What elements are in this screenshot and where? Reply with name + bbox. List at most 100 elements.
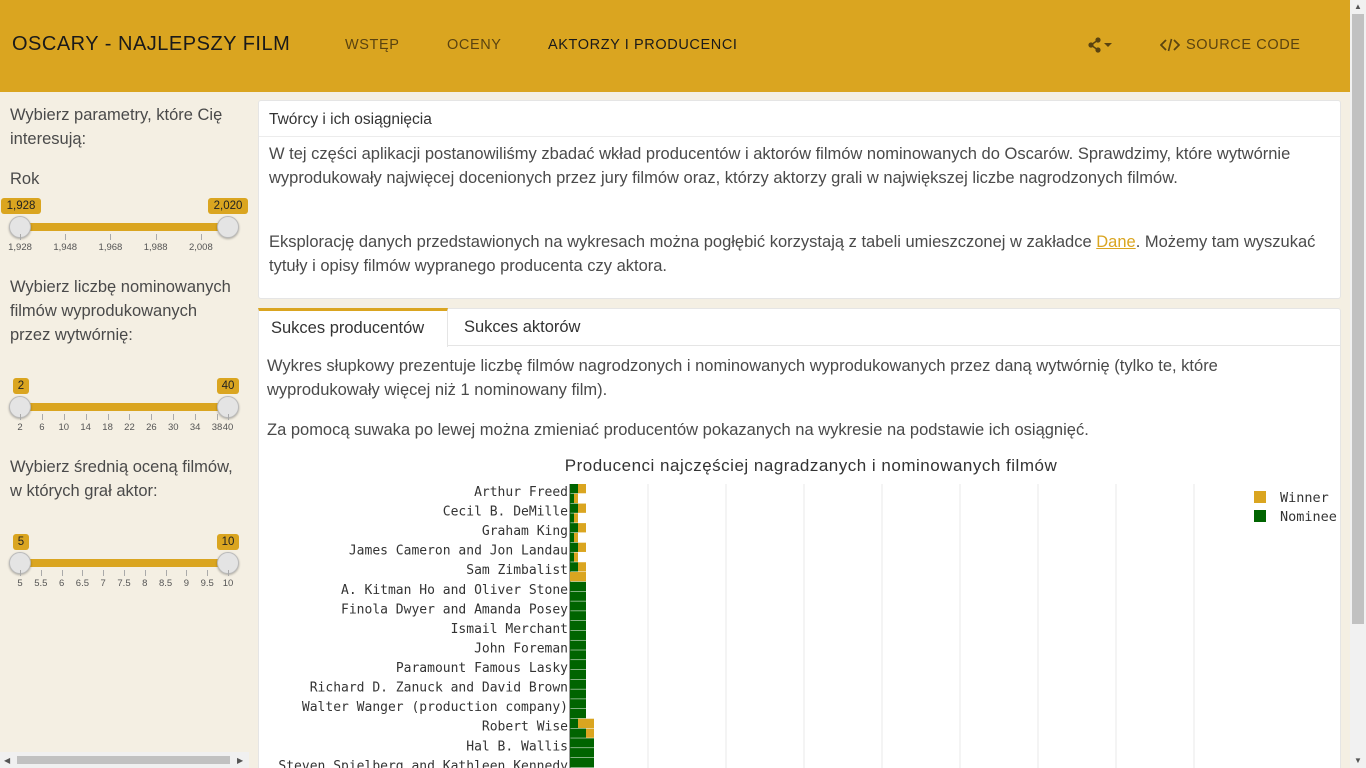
bar-nominee bbox=[570, 679, 586, 689]
slider-tick bbox=[200, 234, 202, 240]
bar-nominee bbox=[570, 748, 594, 758]
slider-tick bbox=[63, 414, 65, 420]
navbar: OSCARY - NAJLEPSZY FILM WSTĘP OCENY AKTO… bbox=[0, 0, 1350, 92]
bar-winner bbox=[570, 572, 586, 582]
bar-winner bbox=[574, 513, 578, 523]
slider-tick bbox=[129, 414, 131, 420]
slider-tick-label: 34 bbox=[189, 422, 201, 433]
slider-tick-label: 10 bbox=[222, 578, 234, 589]
count-slider-ticks: 2 6 10 14 18 22 26 30 34 38 40 bbox=[0, 414, 249, 434]
bar-nominee bbox=[570, 650, 586, 660]
category-label: Steven Spielberg and Kathleen Kennedy bbox=[278, 759, 568, 768]
category-label: Sam Zimbalist bbox=[466, 563, 568, 578]
category-label: Cecil B. DeMille bbox=[443, 505, 568, 520]
bar-winner bbox=[578, 484, 586, 494]
rating-slider-ticks: 5 5.5 6 6.5 7 7.5 8 8.5 9 9.5 10 bbox=[0, 570, 249, 590]
tab-producers[interactable]: Sukces producentów bbox=[258, 308, 448, 347]
nav-tab-aktorzy-producenci[interactable]: AKTORZY I PRODUCENCI bbox=[548, 37, 738, 53]
slider-tick bbox=[173, 414, 175, 420]
category-label: Robert Wise bbox=[482, 720, 568, 735]
slider-tick-label: 1,928 bbox=[8, 242, 32, 253]
slider-tick-label: 7.5 bbox=[117, 578, 131, 589]
legend-swatch-nominee bbox=[1254, 510, 1266, 522]
year-slider-track[interactable] bbox=[20, 223, 228, 231]
sidebar-horizontal-scrollbar[interactable]: ◀ ▶ bbox=[0, 752, 249, 768]
category-label: Richard D. Zanuck and David Brown bbox=[310, 681, 568, 696]
bar-nominee bbox=[570, 708, 586, 719]
slider-tick bbox=[40, 570, 42, 576]
slider-tick-label: 22 bbox=[124, 422, 135, 433]
nav-tab-wstep[interactable]: WSTĘP bbox=[345, 37, 400, 53]
bar-nominee bbox=[570, 581, 586, 592]
category-label: Ismail Merchant bbox=[451, 622, 568, 637]
slider-tick-label: 2 bbox=[17, 422, 23, 433]
bar-nominee bbox=[570, 503, 578, 513]
count-slider-from-label: 2 bbox=[13, 378, 29, 394]
slider-tick bbox=[207, 570, 209, 576]
bar-nominee bbox=[570, 562, 578, 572]
scroll-left-arrow-icon[interactable]: ◀ bbox=[4, 756, 10, 765]
slider-tick-label: 6 bbox=[39, 422, 45, 433]
bar-nominee bbox=[570, 738, 594, 748]
dane-link[interactable]: Dane bbox=[1096, 233, 1135, 251]
brand-title[interactable]: OSCARY - NAJLEPSZY FILM bbox=[12, 33, 290, 56]
bar-nominee bbox=[570, 630, 586, 640]
slider-tick bbox=[107, 414, 109, 420]
slider-hint: Za pomocą suwaka po lewej można zmieniać… bbox=[267, 421, 1089, 439]
nav-tab-oceny[interactable]: OCENY bbox=[447, 37, 502, 53]
bar-nominee bbox=[570, 601, 586, 611]
bar-nominee bbox=[570, 757, 594, 768]
rating-slider[interactable]: 5 10 5 5.5 6 6.5 7 7.5 8 8.5 9 9.5 10 bbox=[0, 534, 249, 594]
bar-winner bbox=[574, 493, 578, 504]
slider-tick-label: 5.5 bbox=[34, 578, 48, 589]
scroll-down-arrow-icon[interactable]: ▼ bbox=[1354, 756, 1362, 765]
legend-label-nominee: Nominee bbox=[1280, 509, 1337, 525]
slider-tick-label: 8 bbox=[142, 578, 148, 589]
bar-nominee bbox=[570, 484, 578, 494]
year-slider[interactable]: 1,928 2,020 1,928 1,948 1,968 1,988 2,008 bbox=[0, 198, 249, 258]
count-label: Wybierz liczbę nominowanych filmów wypro… bbox=[10, 278, 231, 344]
creators-panel-title: Twórcy i ich osiągnięcia bbox=[259, 101, 1340, 137]
hint-text-before: Eksplorację danych przedstawionych na wy… bbox=[269, 233, 1097, 251]
slider-tick bbox=[65, 234, 67, 240]
creators-description: W tej części aplikacji postanowiliśmy zb… bbox=[269, 145, 1291, 187]
bar-nominee bbox=[570, 493, 574, 504]
creators-data-hint: Eksplorację danych przedstawionych na wy… bbox=[269, 230, 1329, 278]
scroll-right-arrow-icon[interactable]: ▶ bbox=[237, 756, 243, 765]
slider-tick-label: 14 bbox=[80, 422, 91, 433]
source-code-link[interactable]: SOURCE CODE bbox=[1159, 37, 1301, 53]
year-slider-from-label: 1,928 bbox=[1, 198, 41, 214]
rating-slider-track[interactable] bbox=[20, 559, 228, 567]
bar-nominee bbox=[570, 669, 586, 680]
code-icon bbox=[1159, 38, 1181, 52]
bar-nominee bbox=[570, 620, 586, 631]
share-icon bbox=[1088, 37, 1112, 53]
slider-tick-label: 7 bbox=[100, 578, 106, 589]
tab-actors[interactable]: Sukces aktorów bbox=[452, 308, 592, 346]
count-slider[interactable]: 2 40 2 6 10 14 18 22 26 30 34 38 40 bbox=[0, 378, 249, 438]
year-label: Rok bbox=[10, 170, 40, 188]
slider-tick bbox=[20, 234, 21, 240]
slider-tick bbox=[186, 570, 188, 576]
page-vertical-scrollbar[interactable]: ▲ ▼ bbox=[1350, 0, 1366, 768]
scrollbar-thumb[interactable] bbox=[17, 756, 230, 764]
scroll-up-arrow-icon[interactable]: ▲ bbox=[1354, 2, 1362, 11]
slider-tick bbox=[155, 234, 157, 240]
slider-tick bbox=[195, 414, 197, 420]
count-slider-track[interactable] bbox=[20, 403, 228, 411]
bar-nominee bbox=[570, 513, 574, 523]
slider-tick-label: 8.5 bbox=[158, 578, 173, 589]
slider-tick-label: 9 bbox=[183, 578, 190, 589]
page-scrollbar-thumb[interactable] bbox=[1352, 14, 1364, 624]
bar-nominee bbox=[570, 552, 574, 562]
bar-winner bbox=[586, 728, 594, 738]
year-slider-to-label: 2,020 bbox=[208, 198, 248, 214]
slider-tick bbox=[217, 414, 219, 420]
tabs-bar: Sukces producentów Sukces aktorów bbox=[258, 308, 1341, 347]
slider-tick-label: 18 bbox=[102, 422, 113, 433]
share-dropdown-button[interactable] bbox=[1087, 36, 1115, 54]
producers-bar-chart: Producenci najczęściej nagradzanych i no… bbox=[258, 450, 1341, 768]
slider-tick bbox=[20, 414, 21, 420]
sidebar-intro: Wybierz parametry, które Cię interesują: bbox=[10, 106, 223, 148]
category-label: John Foreman bbox=[474, 641, 568, 656]
